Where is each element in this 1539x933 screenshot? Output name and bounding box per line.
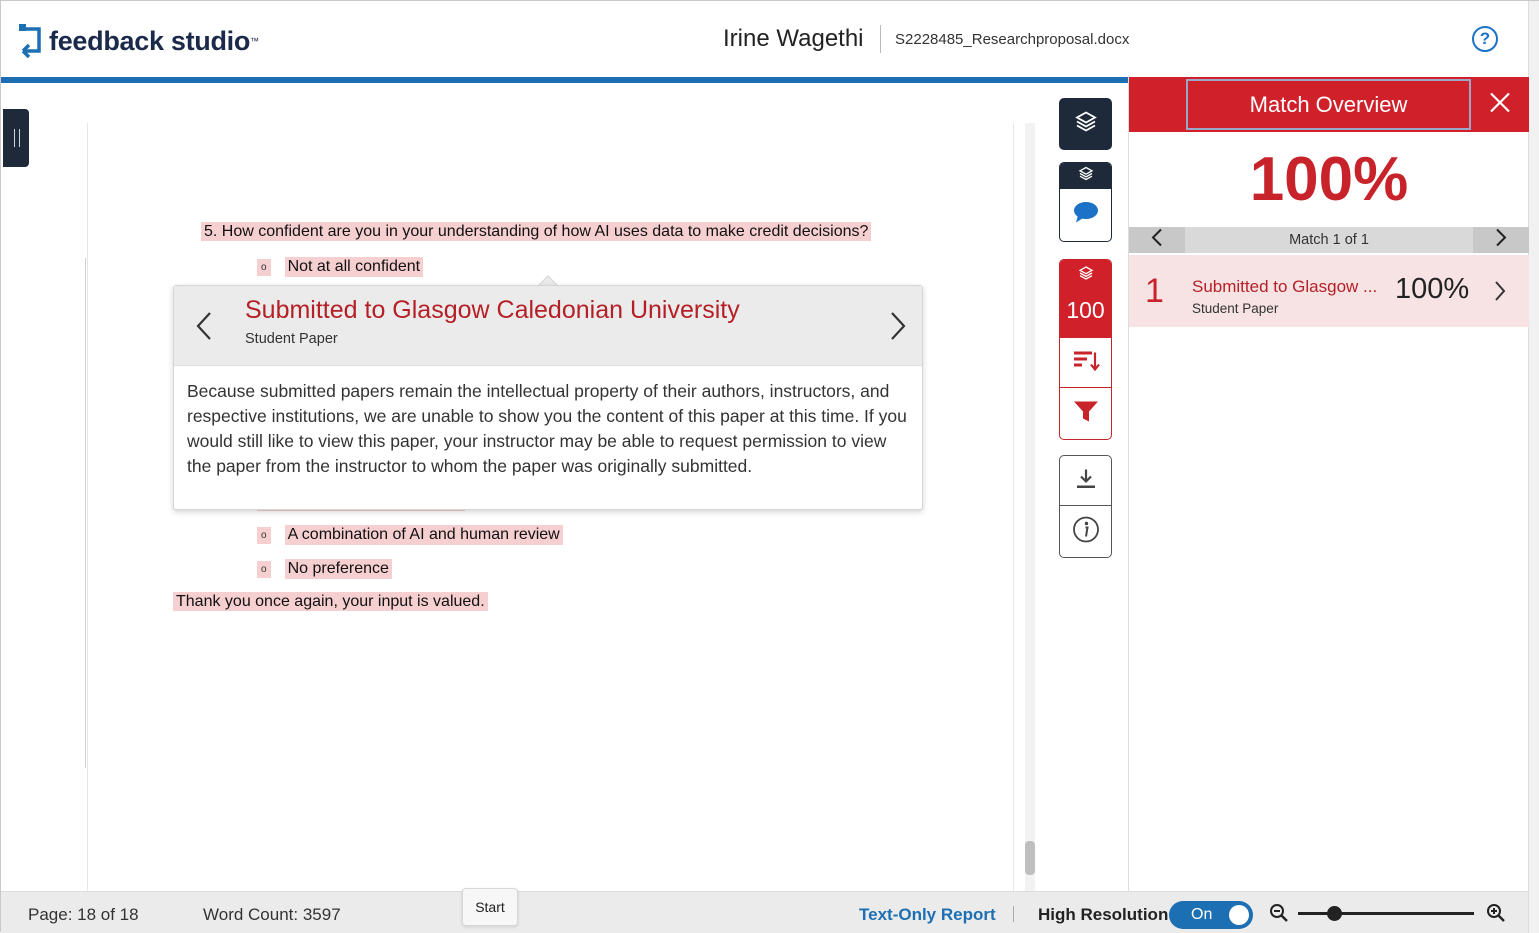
status-bar: Page: 18 of 18 Word Count: 3597 Text-Onl… [1,891,1528,933]
option-text[interactable]: A combination of AI and human review [284,525,563,545]
popover-header: Submitted to Glasgow Caledonian Universi… [174,286,922,366]
match-percent: 100% [1395,273,1470,305]
question-text[interactable]: 5. How confident are you in your underst… [201,222,872,241]
option-item[interactable]: o No preference [257,559,392,579]
match-source-type: Student Paper [1192,301,1279,316]
utility-group [1059,455,1112,558]
bullet-mark: o [257,560,271,578]
layers-button[interactable] [1059,98,1112,150]
filter-icon [1073,400,1099,429]
logo-text: feedback studio [49,25,251,56]
previous-match-button[interactable] [1129,227,1185,253]
app-window: feedback studio ™ Irine Wagethi S2228485… [0,0,1539,933]
document-scrollbar[interactable] [1025,123,1035,891]
chevron-right-icon[interactable] [886,310,910,342]
document-viewer: 5. How confident are you in your underst… [1,83,1129,893]
match-counter: Match 1 of 1 [1289,232,1369,248]
option-text[interactable]: Not at all confident [284,257,424,277]
panel-title: Match Overview [1186,79,1471,130]
footer-divider [1013,906,1014,922]
window-scrollbar[interactable] [1528,1,1539,933]
option-text[interactable]: No preference [284,559,392,579]
match-source-popover: Submitted to Glasgow Caledonian Universi… [173,285,923,510]
sort-icon [1072,348,1100,377]
zoom-slider-thumb[interactable] [1327,906,1343,921]
text-only-report-link[interactable]: Text-Only Report [859,905,996,925]
similarity-score-button[interactable]: 100 [1060,260,1111,338]
page-edge-right [1013,123,1014,893]
start-tooltip: Start [462,888,518,926]
submission-info-button[interactable] [1060,507,1111,557]
option-item[interactable]: o A combination of AI and human review [257,525,563,545]
high-resolution-label: High Resolution [1038,905,1169,924]
layers-icon [1078,166,1094,187]
page-margin-line [85,258,86,768]
toggle-state: On [1191,906,1213,923]
chevron-left-icon [1150,228,1164,252]
match-overview-panel: Match Overview 100% Match 1 of 1 1 Submi… [1128,77,1529,891]
download-icon [1074,466,1098,495]
match-list-item[interactable]: 1 Submitted to Glasgow ... Student Paper… [1129,255,1529,327]
popover-source-title[interactable]: Submitted to Glasgow Caledonian Universi… [245,296,740,325]
feedback-studio-logo-icon [19,21,45,61]
chevron-right-icon[interactable] [1491,279,1509,303]
toggle-knob [1229,905,1249,925]
close-panel-button[interactable] [1471,77,1529,132]
feedback-layer-header[interactable] [1060,163,1111,189]
top-header: feedback studio ™ Irine Wagethi S2228485… [1,1,1528,77]
bullet-mark: o [257,526,271,544]
close-icon [1489,91,1511,118]
question-highlight[interactable]: 5. How confident are you in your underst… [201,222,872,241]
zoom-out-icon[interactable] [1269,903,1289,928]
match-source-name: Submitted to Glasgow ... [1192,277,1378,296]
download-button[interactable] [1060,456,1111,506]
comments-button[interactable] [1060,189,1111,241]
zoom-slider[interactable] [1298,912,1474,915]
closing-highlight[interactable]: Thank you once again, your input is valu… [173,592,488,611]
next-match-button[interactable] [1473,227,1529,253]
page-indicator: Page: 18 of 18 [28,905,139,924]
comment-icon [1072,201,1100,230]
sort-matches-button[interactable] [1060,338,1111,388]
panel-header: Match Overview [1129,77,1529,132]
bullet-mark: o [257,258,271,276]
overall-match-percent: 100% [1249,145,1409,214]
page-edge-left [87,123,88,893]
sidebar-handle-icon[interactable] [3,109,29,167]
layers-icon [1078,265,1094,286]
file-name: S2228485_Researchproposal.docx [895,31,1130,48]
popover-source-type: Student Paper [245,331,338,347]
chevron-left-icon[interactable] [192,310,216,342]
closing-text[interactable]: Thank you once again, your input is valu… [173,592,488,611]
match-rank: 1 [1145,272,1164,310]
filter-button[interactable] [1060,389,1111,439]
similarity-layer-group: 100 [1059,259,1112,440]
feedback-layer-group [1059,162,1112,242]
document-scrollbar-thumb[interactable] [1025,841,1035,875]
title-divider [880,25,881,53]
logo[interactable]: feedback studio ™ [19,21,259,61]
popover-message: Because submitted papers remain the inte… [187,381,907,476]
layers-icon [1074,110,1098,139]
trademark-mark: ™ [250,36,260,46]
info-icon [1072,516,1100,549]
help-icon[interactable]: ? [1472,26,1498,52]
chevron-right-icon [1494,228,1508,252]
student-name: Irine Wagethi [723,25,864,52]
zoom-in-icon[interactable] [1486,903,1506,928]
high-resolution-toggle[interactable]: On [1169,901,1253,929]
option-item[interactable]: o Not at all confident [257,257,424,277]
similarity-score: 100 [1066,297,1105,323]
match-navigator: Match 1 of 1 [1129,227,1529,253]
word-count: Word Count: 3597 [203,905,341,924]
